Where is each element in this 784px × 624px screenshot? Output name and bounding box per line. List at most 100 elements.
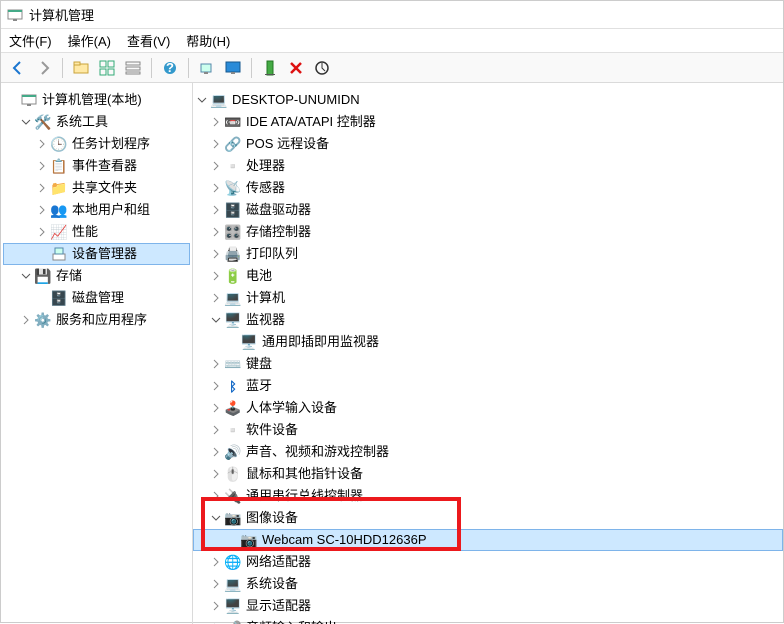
menu-view[interactable]: 查看(V) (127, 31, 170, 50)
tree-label: 性能 (72, 221, 98, 243)
node-monitor-generic[interactable]: 🖥️通用即插即用监视器 (193, 331, 783, 353)
chevron-right-icon[interactable] (209, 247, 223, 261)
chevron-down-icon[interactable] (209, 511, 223, 525)
cpu-icon: ▫️ (224, 157, 242, 175)
chevron-right-icon[interactable] (35, 203, 49, 217)
tree-local-users[interactable]: 👥 本地用户和组 (3, 199, 190, 221)
users-icon: 👥 (50, 201, 68, 219)
forward-button[interactable] (33, 57, 55, 79)
node-monitor[interactable]: 🖥️监视器 (193, 309, 783, 331)
menu-file[interactable]: 文件(F) (9, 31, 52, 50)
printer-icon: 🖨️ (224, 245, 242, 263)
node-sensors[interactable]: 📡传感器 (193, 177, 783, 199)
tree-event-viewer[interactable]: 📋 事件查看器 (3, 155, 190, 177)
node-system-dev[interactable]: 💻系统设备 (193, 573, 783, 595)
chevron-down-icon[interactable] (19, 269, 33, 283)
tree-label: 键盘 (246, 353, 272, 375)
tree-device-manager[interactable]: 设备管理器 (3, 243, 190, 265)
tree-system-tools[interactable]: 🛠️ 系统工具 (3, 111, 190, 133)
chevron-right-icon[interactable] (209, 489, 223, 503)
properties-button[interactable] (259, 57, 281, 79)
node-pc[interactable]: 💻计算机 (193, 287, 783, 309)
help-button[interactable]: ? (159, 57, 181, 79)
chevron-right-icon[interactable] (209, 467, 223, 481)
battery-icon: 🔋 (224, 267, 242, 285)
tree-label: 图像设备 (246, 507, 298, 529)
chevron-right-icon[interactable] (35, 137, 49, 151)
mouse-icon: 🖱️ (224, 465, 242, 483)
node-disk-drives[interactable]: 🗄️磁盘驱动器 (193, 199, 783, 221)
node-usb[interactable]: 🔌通用串行总线控制器 (193, 485, 783, 507)
node-webcam[interactable]: 📷Webcam SC-10HDD12636P (193, 529, 783, 551)
tree-storage[interactable]: 💾 存储 (3, 265, 190, 287)
disk-icon: 🗄️ (50, 289, 68, 307)
webcam-icon: 📷 (240, 531, 258, 549)
node-ide[interactable]: 📼IDE ATA/ATAPI 控制器 (193, 111, 783, 133)
chevron-right-icon[interactable] (35, 181, 49, 195)
node-display[interactable]: 🖥️显示适配器 (193, 595, 783, 617)
menu-action[interactable]: 操作(A) (68, 31, 111, 50)
chevron-right-icon[interactable] (19, 313, 33, 327)
chevron-right-icon[interactable] (209, 357, 223, 371)
tree-services-apps[interactable]: ⚙️ 服务和应用程序 (3, 309, 190, 331)
chevron-right-icon[interactable] (209, 203, 223, 217)
chevron-right-icon[interactable] (209, 599, 223, 613)
chevron-down-icon[interactable] (195, 93, 209, 107)
view-button[interactable] (96, 57, 118, 79)
chevron-right-icon[interactable] (209, 115, 223, 129)
hid-icon: 🕹️ (224, 399, 242, 417)
node-host[interactable]: 💻 DESKTOP-UNUMIDN (193, 89, 783, 111)
ide-icon: 📼 (224, 113, 242, 131)
chevron-right-icon[interactable] (209, 445, 223, 459)
menu-help[interactable]: 帮助(H) (186, 31, 230, 50)
list-button[interactable] (122, 57, 144, 79)
tree-label: 系统工具 (56, 111, 108, 133)
chevron-right-icon[interactable] (209, 423, 223, 437)
delete-button[interactable] (285, 57, 307, 79)
chevron-right-icon[interactable] (209, 225, 223, 239)
node-pos[interactable]: 🔗POS 远程设备 (193, 133, 783, 155)
chevron-right-icon[interactable] (209, 555, 223, 569)
chevron-right-icon[interactable] (209, 401, 223, 415)
node-network[interactable]: 🌐网络适配器 (193, 551, 783, 573)
node-cpu[interactable]: ▫️处理器 (193, 155, 783, 177)
node-mouse[interactable]: 🖱️鼠标和其他指针设备 (193, 463, 783, 485)
node-bluetooth[interactable]: ᛒ蓝牙 (193, 375, 783, 397)
node-print[interactable]: 🖨️打印队列 (193, 243, 783, 265)
chevron-right-icon[interactable] (209, 137, 223, 151)
chevron-right-icon[interactable] (209, 159, 223, 173)
refresh-button[interactable] (311, 57, 333, 79)
node-keyboard[interactable]: ⌨️键盘 (193, 353, 783, 375)
scan-button[interactable] (196, 57, 218, 79)
tree-shared-folders[interactable]: 📁 共享文件夹 (3, 177, 190, 199)
tree-label: 显示适配器 (246, 595, 311, 617)
chevron-right-icon[interactable] (35, 225, 49, 239)
tree-task-scheduler[interactable]: 🕒 任务计划程序 (3, 133, 190, 155)
chevron-right-icon[interactable] (209, 269, 223, 283)
tree-performance[interactable]: 📈 性能 (3, 221, 190, 243)
chevron-down-icon[interactable] (209, 313, 223, 327)
tree-root[interactable]: 计算机管理(本地) (3, 89, 190, 111)
event-icon: 📋 (50, 157, 68, 175)
tree-label: 存储 (56, 265, 82, 287)
node-storage-ctrl[interactable]: 🎛️存储控制器 (193, 221, 783, 243)
monitor-button[interactable] (222, 57, 244, 79)
tree-disk-mgmt[interactable]: 🗄️ 磁盘管理 (3, 287, 190, 309)
chevron-right-icon[interactable] (209, 379, 223, 393)
chevron-right-icon[interactable] (35, 159, 49, 173)
chevron-right-icon[interactable] (209, 291, 223, 305)
device-manager-icon (50, 245, 68, 263)
chevron-right-icon[interactable] (209, 181, 223, 195)
node-battery[interactable]: 🔋电池 (193, 265, 783, 287)
node-hid[interactable]: 🕹️人体学输入设备 (193, 397, 783, 419)
share-icon: 📁 (50, 179, 68, 197)
folder-button[interactable] (70, 57, 92, 79)
node-software-dev[interactable]: ▫️软件设备 (193, 419, 783, 441)
chevron-right-icon[interactable] (209, 577, 223, 591)
tree-label: DESKTOP-UNUMIDN (232, 89, 360, 111)
menubar: 文件(F) 操作(A) 查看(V) 帮助(H) (1, 29, 783, 53)
node-sound[interactable]: 🔊声音、视频和游戏控制器 (193, 441, 783, 463)
chevron-down-icon[interactable] (19, 115, 33, 129)
back-button[interactable] (7, 57, 29, 79)
node-imaging[interactable]: 📷图像设备 (193, 507, 783, 529)
